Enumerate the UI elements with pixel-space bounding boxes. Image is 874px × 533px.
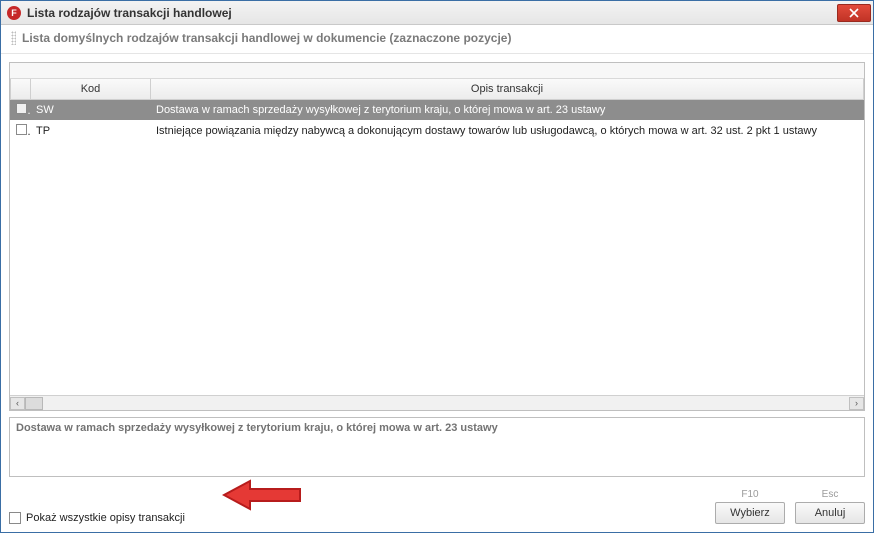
horizontal-scrollbar[interactable]: ‹ › bbox=[10, 395, 864, 410]
show-all-checkbox[interactable] bbox=[9, 512, 21, 524]
cancel-hint: Esc bbox=[822, 489, 839, 500]
grid-header: Kod Opis transakcji bbox=[10, 79, 864, 100]
content-area: Kod Opis transakcji SWDostawa w ramach s… bbox=[1, 54, 873, 485]
scroll-track[interactable] bbox=[25, 397, 849, 410]
window-title: Lista rodzajów transakcji handlowej bbox=[27, 6, 837, 20]
close-icon bbox=[849, 8, 859, 18]
footer: Pokaż wszystkie opisy transakcji F10 Wyb… bbox=[1, 485, 873, 532]
table-row[interactable]: TPIstniejące powiązania między nabywcą a… bbox=[10, 120, 864, 141]
app-icon: F bbox=[7, 6, 21, 20]
row-checkbox-cell[interactable] bbox=[10, 100, 30, 121]
select-button[interactable]: Wybierz bbox=[715, 502, 785, 524]
column-header-checkbox[interactable] bbox=[11, 79, 31, 99]
table-row[interactable]: SWDostawa w ramach sprzedaży wysyłkowej … bbox=[10, 100, 864, 121]
column-header-opis[interactable]: Opis transakcji bbox=[151, 79, 864, 99]
grid-filter-row[interactable] bbox=[10, 63, 864, 79]
scroll-right-button[interactable]: › bbox=[849, 397, 864, 410]
detail-panel: Dostawa w ramach sprzedaży wysyłkowej z … bbox=[9, 417, 865, 477]
row-opis: Istniejące powiązania między nabywcą a d… bbox=[150, 120, 864, 141]
row-checkbox-cell[interactable] bbox=[10, 120, 30, 141]
select-hint: F10 bbox=[741, 489, 758, 500]
grip-icon bbox=[11, 31, 16, 45]
row-checkbox[interactable] bbox=[16, 103, 27, 114]
row-kod: SW bbox=[30, 100, 150, 121]
detail-text: Dostawa w ramach sprzedaży wysyłkowej z … bbox=[16, 422, 498, 434]
grid-body[interactable]: SWDostawa w ramach sprzedaży wysyłkowej … bbox=[10, 100, 864, 396]
subheader: Lista domyślnych rodzajów transakcji han… bbox=[1, 25, 873, 54]
subheader-text: Lista domyślnych rodzajów transakcji han… bbox=[22, 31, 511, 45]
row-opis: Dostawa w ramach sprzedaży wysyłkowej z … bbox=[150, 100, 864, 121]
show-all-label: Pokaż wszystkie opisy transakcji bbox=[26, 512, 185, 524]
row-kod: TP bbox=[30, 120, 150, 141]
cancel-button[interactable]: Anuluj bbox=[795, 502, 865, 524]
row-checkbox[interactable] bbox=[16, 124, 27, 135]
window-frame: F Lista rodzajów transakcji handlowej Li… bbox=[0, 0, 874, 533]
titlebar: F Lista rodzajów transakcji handlowej bbox=[1, 1, 873, 25]
scroll-thumb[interactable] bbox=[25, 397, 43, 410]
column-header-kod[interactable]: Kod bbox=[31, 79, 151, 99]
scroll-left-button[interactable]: ‹ bbox=[10, 397, 25, 410]
show-all-toggle[interactable]: Pokaż wszystkie opisy transakcji bbox=[9, 512, 705, 524]
grid: Kod Opis transakcji SWDostawa w ramach s… bbox=[9, 62, 865, 411]
close-button[interactable] bbox=[837, 4, 871, 22]
